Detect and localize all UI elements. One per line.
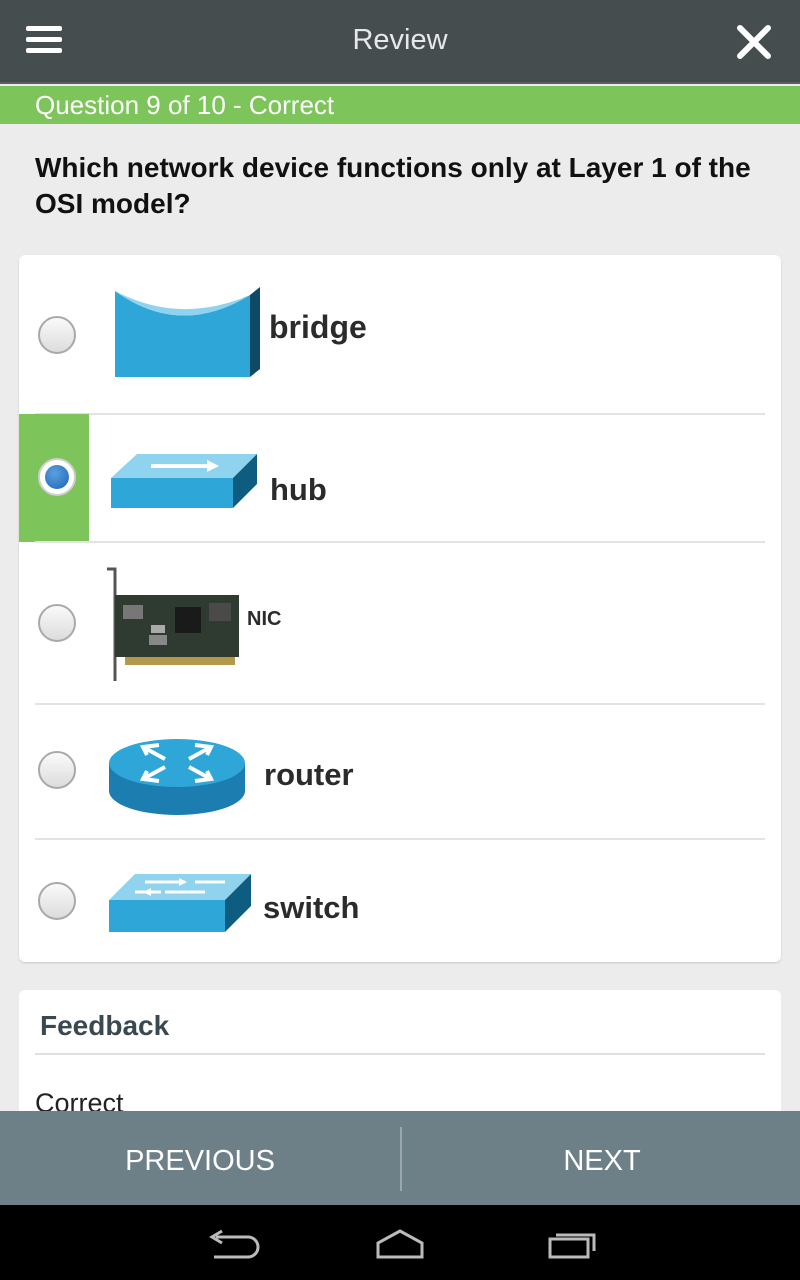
answer-option-switch[interactable]: switch	[19, 840, 781, 962]
radio-button-checked[interactable]	[38, 458, 76, 496]
answer-options-card: bridge hub NIC router switch	[19, 255, 781, 962]
system-navigation-bar	[0, 1205, 800, 1280]
radio-button[interactable]	[38, 604, 76, 642]
answer-label: NIC	[247, 608, 282, 630]
radio-button[interactable]	[38, 316, 76, 354]
review-screen: Review Question 9 of 10 - Correct Which …	[0, 0, 800, 1280]
answer-option-router[interactable]: router	[19, 705, 781, 839]
router-icon	[109, 739, 245, 815]
bottom-navigation: PREVIOUS NEXT	[0, 1111, 800, 1205]
next-button[interactable]: NEXT	[402, 1111, 800, 1205]
back-icon[interactable]	[202, 1227, 262, 1261]
switch-icon	[109, 874, 251, 932]
page-title: Review	[352, 24, 448, 56]
question-status-banner: Question 9 of 10 - Correct	[0, 86, 800, 124]
answer-label: switch	[263, 890, 360, 925]
question-status-text: Question 9 of 10 - Correct	[35, 90, 335, 120]
hub-icon	[111, 454, 257, 508]
radio-button[interactable]	[38, 882, 76, 920]
question-text: Which network device functions only at L…	[35, 152, 751, 219]
top-app-bar: Review	[0, 0, 800, 84]
nic-card-icon	[107, 567, 239, 681]
close-icon[interactable]	[734, 22, 774, 62]
answer-label: hub	[270, 472, 327, 507]
answer-label: router	[264, 757, 354, 792]
feedback-title: Feedback	[40, 1010, 170, 1041]
divider	[35, 1053, 765, 1055]
answer-label: bridge	[269, 309, 367, 345]
home-icon[interactable]	[370, 1227, 430, 1261]
answer-option-bridge[interactable]: bridge	[19, 255, 781, 413]
previous-button[interactable]: PREVIOUS	[0, 1111, 400, 1205]
answer-option-nic[interactable]: NIC	[19, 543, 781, 703]
bridge-icon	[115, 287, 260, 377]
recent-apps-icon[interactable]	[542, 1227, 602, 1261]
radio-button[interactable]	[38, 751, 76, 789]
answer-option-hub[interactable]: hub	[19, 414, 781, 542]
